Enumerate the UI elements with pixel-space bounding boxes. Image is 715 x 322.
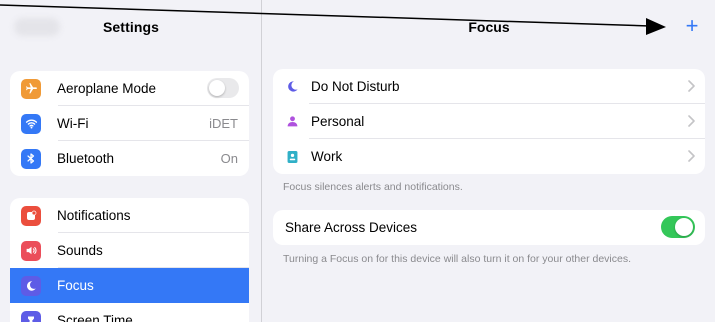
airplane-icon	[21, 78, 41, 99]
moon-icon	[21, 275, 41, 296]
share-across-devices-row[interactable]: Share Across Devices	[273, 210, 705, 245]
sidebar-header: Settings	[0, 0, 261, 48]
hourglass-icon	[21, 310, 41, 322]
sidebar-item-label: Aeroplane Mode	[57, 81, 157, 96]
add-focus-button[interactable]: +	[681, 13, 703, 39]
sidebar-item-label: Wi-Fi	[57, 116, 89, 131]
sidebar-item-aeroplane-mode[interactable]: Aeroplane Mode	[10, 71, 249, 106]
alerts-group: Notifications Sounds Focus Screen Time	[10, 198, 249, 322]
sidebar-item-label: Notifications	[57, 208, 131, 223]
speaker-icon	[21, 240, 41, 261]
settings-sidebar: Settings Aeroplane Mode Wi-Fi iDET Bluet…	[0, 0, 262, 322]
sidebar-title: Settings	[102, 19, 160, 35]
sidebar-item-wifi[interactable]: Wi-Fi iDET	[10, 106, 249, 141]
share-description: Turning a Focus on for this device will …	[283, 253, 632, 265]
focus-item-label: Do Not Disturb	[311, 79, 400, 94]
page-title: Focus	[468, 19, 510, 35]
toggle-knob	[675, 218, 693, 236]
sidebar-item-label: Sounds	[57, 243, 103, 258]
notifications-icon	[21, 205, 41, 226]
focus-detail-pane: Focus + Do Not Disturb Personal Work Foc…	[263, 0, 715, 322]
bluetooth-icon	[21, 148, 41, 169]
sidebar-item-label: Bluetooth	[57, 151, 115, 166]
sidebar-item-focus[interactable]: Focus	[10, 268, 249, 303]
aeroplane-mode-toggle[interactable]	[207, 78, 239, 98]
sidebar-item-screen-time[interactable]: Screen Time	[10, 303, 249, 322]
focus-item-do-not-disturb[interactable]: Do Not Disturb	[273, 69, 705, 104]
wifi-network-value: iDET	[209, 116, 238, 131]
focus-item-work[interactable]: Work	[273, 139, 705, 174]
badge-icon	[285, 149, 299, 165]
focus-description: Focus silences alerts and notifications.	[283, 181, 463, 193]
chevron-right-icon	[688, 80, 695, 92]
wifi-icon	[21, 113, 41, 134]
person-icon	[285, 114, 299, 130]
share-across-devices-toggle[interactable]	[661, 216, 695, 238]
share-across-devices-label: Share Across Devices	[285, 220, 418, 235]
focus-item-label: Personal	[311, 114, 365, 129]
bluetooth-status-value: On	[220, 151, 238, 166]
sidebar-item-sounds[interactable]: Sounds	[10, 233, 249, 268]
sidebar-item-bluetooth[interactable]: Bluetooth On	[10, 141, 249, 176]
focus-item-label: Work	[311, 149, 343, 164]
focus-modes-list: Do Not Disturb Personal Work	[273, 69, 705, 174]
sidebar-item-notifications[interactable]: Notifications	[10, 198, 249, 233]
chevron-right-icon	[688, 115, 695, 127]
moon-icon	[285, 79, 299, 95]
connectivity-group: Aeroplane Mode Wi-Fi iDET Bluetooth On	[10, 71, 249, 176]
sidebar-item-label: Screen Time	[57, 313, 133, 322]
toggle-knob	[209, 80, 225, 96]
sidebar-item-label: Focus	[57, 278, 94, 293]
chevron-right-icon	[688, 150, 695, 162]
focus-item-personal[interactable]: Personal	[273, 104, 705, 139]
